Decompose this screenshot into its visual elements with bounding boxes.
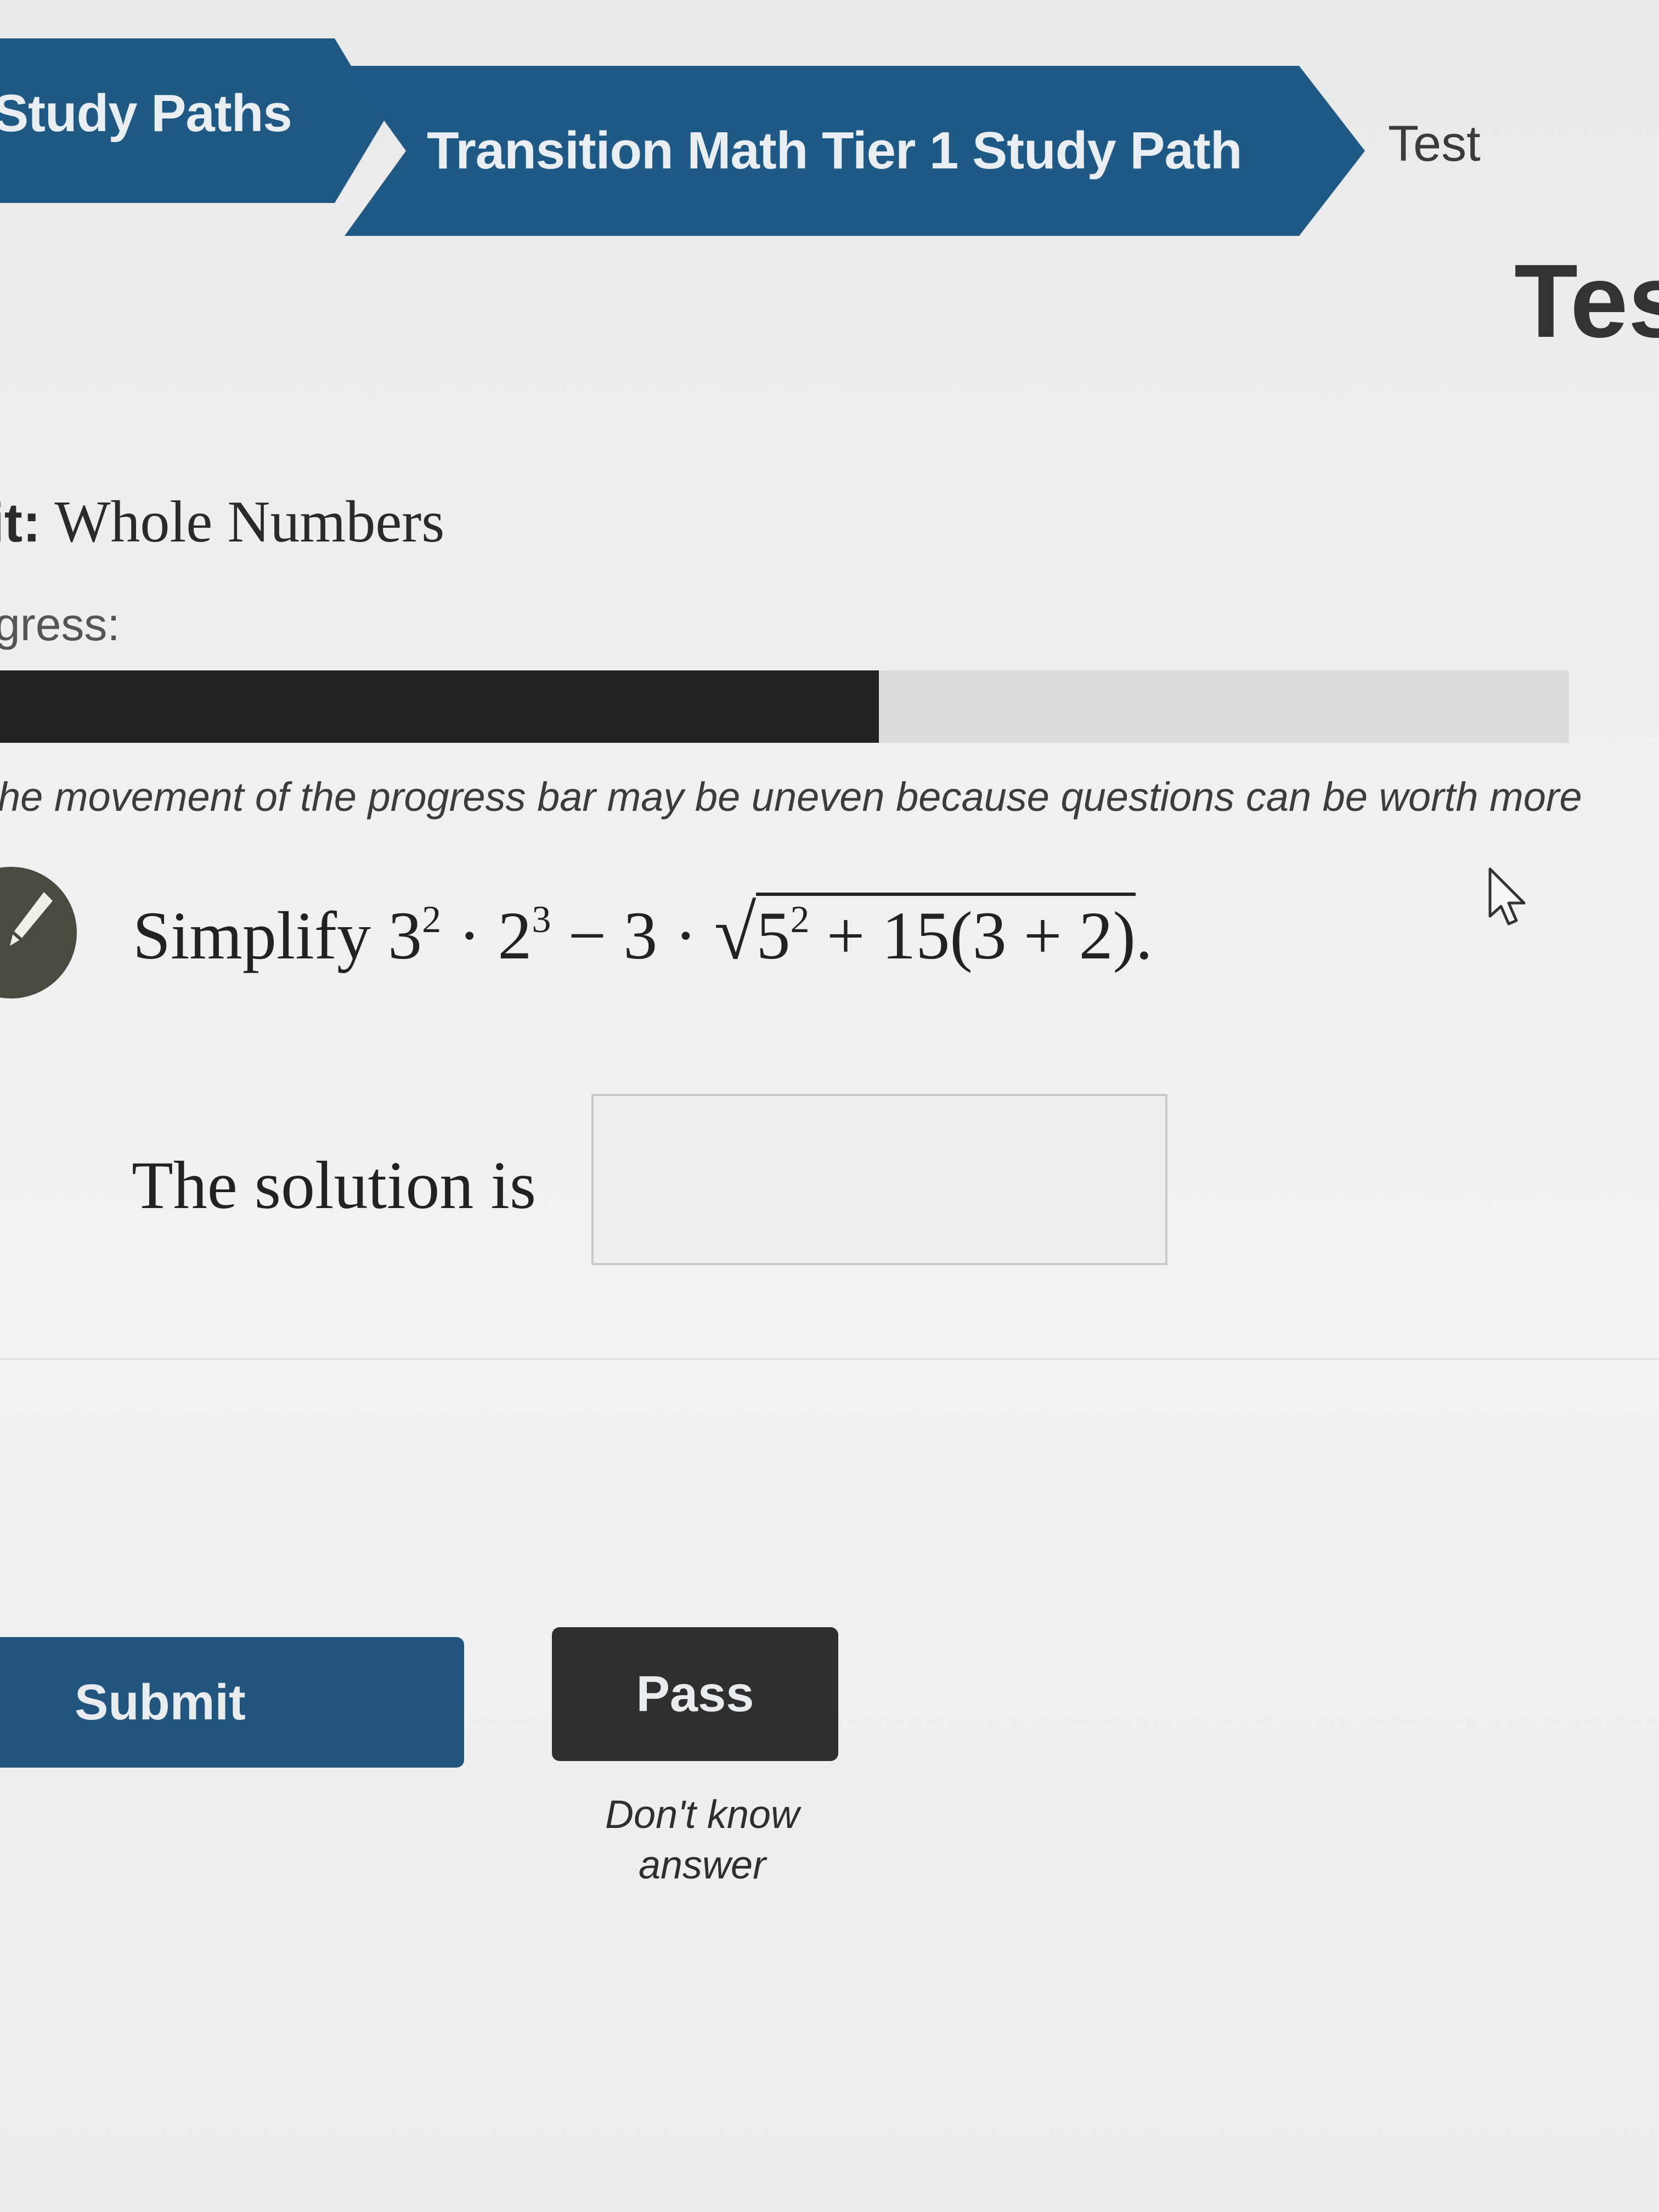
operator-minus: − 3 ·: [551, 898, 714, 973]
unit-name: Whole Numbers: [54, 489, 445, 555]
progress-label: gress:: [0, 599, 120, 650]
term-base-2: 2: [498, 898, 532, 973]
unit-label: it:: [0, 492, 41, 554]
progress-bar: [0, 670, 1569, 743]
pass-button[interactable]: Pass: [552, 1627, 838, 1761]
progress-bar-fill: [0, 670, 879, 743]
submit-button[interactable]: Submit: [0, 1637, 464, 1768]
pencil-icon: [0, 867, 77, 998]
dont-know-line-2[interactable]: answer: [639, 1843, 766, 1887]
breadcrumb-study-path[interactable]: Transition Math Tier 1 Study Path: [345, 66, 1365, 236]
question-end: .: [1135, 898, 1153, 973]
square-root: √52 + 15(3 + 2): [714, 889, 1136, 977]
radicand-base: 5: [756, 898, 791, 973]
term-exp-1: 2: [422, 899, 442, 941]
radicand-rest: + 15(3 + 2): [809, 898, 1136, 973]
mouse-cursor-icon: [1488, 867, 1526, 926]
breadcrumb-study-path-label[interactable]: Transition Math Tier 1 Study Path: [427, 121, 1242, 181]
breadcrumb-study-paths-label[interactable]: Study Paths: [0, 83, 292, 144]
answer-input[interactable]: [591, 1094, 1167, 1265]
divider: [0, 1358, 1659, 1360]
page-title: Tes: [1514, 243, 1659, 359]
operator-dot: ·: [441, 898, 498, 973]
question-prefix: Simplify: [133, 898, 388, 973]
question-text: Simplify 32 · 23 − 3 · √52 + 15(3 + 2).: [133, 889, 1153, 977]
breadcrumb-study-paths[interactable]: Study Paths: [0, 38, 384, 203]
radicand: 52 + 15(3 + 2): [756, 893, 1136, 973]
radical-sign: √: [714, 890, 757, 975]
unit-heading: it: Whole Numbers: [0, 488, 444, 556]
progress-note: he movement of the progress bar may be u…: [0, 774, 1582, 820]
dont-know-line-1[interactable]: Don't know: [605, 1793, 799, 1837]
dont-know-answer-link[interactable]: Don't know answer: [571, 1790, 834, 1891]
breadcrumb-current: Test: [1388, 116, 1481, 172]
radicand-exp: 2: [790, 899, 810, 941]
breadcrumb: Study Paths Transition Math Tier 1 Study…: [0, 33, 1659, 236]
term-exp-2: 3: [532, 899, 551, 941]
pencil-glyph: [10, 892, 53, 946]
term-base-1: 3: [388, 898, 422, 973]
answer-label: The solution is: [132, 1148, 537, 1223]
